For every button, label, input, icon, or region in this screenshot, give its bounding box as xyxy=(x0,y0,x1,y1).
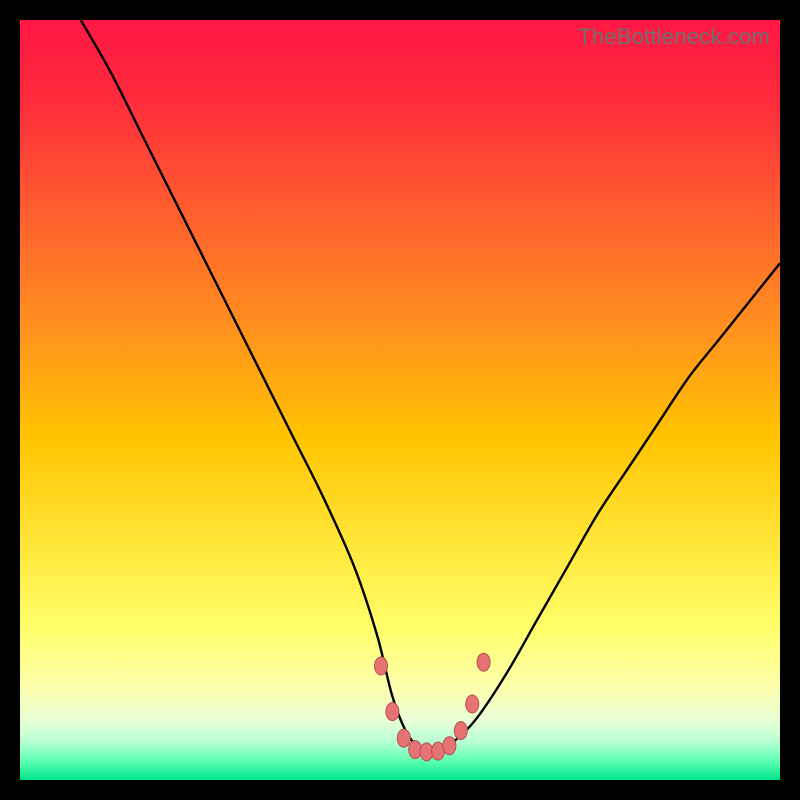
trough-marker-group xyxy=(375,653,491,761)
trough-marker xyxy=(443,737,456,755)
trough-marker xyxy=(409,741,422,759)
trough-marker xyxy=(397,729,410,747)
chart-frame: TheBottleneck.com xyxy=(0,0,800,800)
watermark-text: TheBottleneck.com xyxy=(578,24,770,50)
trough-marker xyxy=(386,703,399,721)
curve-layer xyxy=(20,20,780,780)
trough-marker xyxy=(477,653,490,671)
trough-marker xyxy=(454,722,467,740)
trough-marker xyxy=(375,657,388,675)
bottleneck-curve xyxy=(81,20,780,751)
trough-marker xyxy=(466,695,479,713)
plot-area: TheBottleneck.com xyxy=(20,20,780,780)
